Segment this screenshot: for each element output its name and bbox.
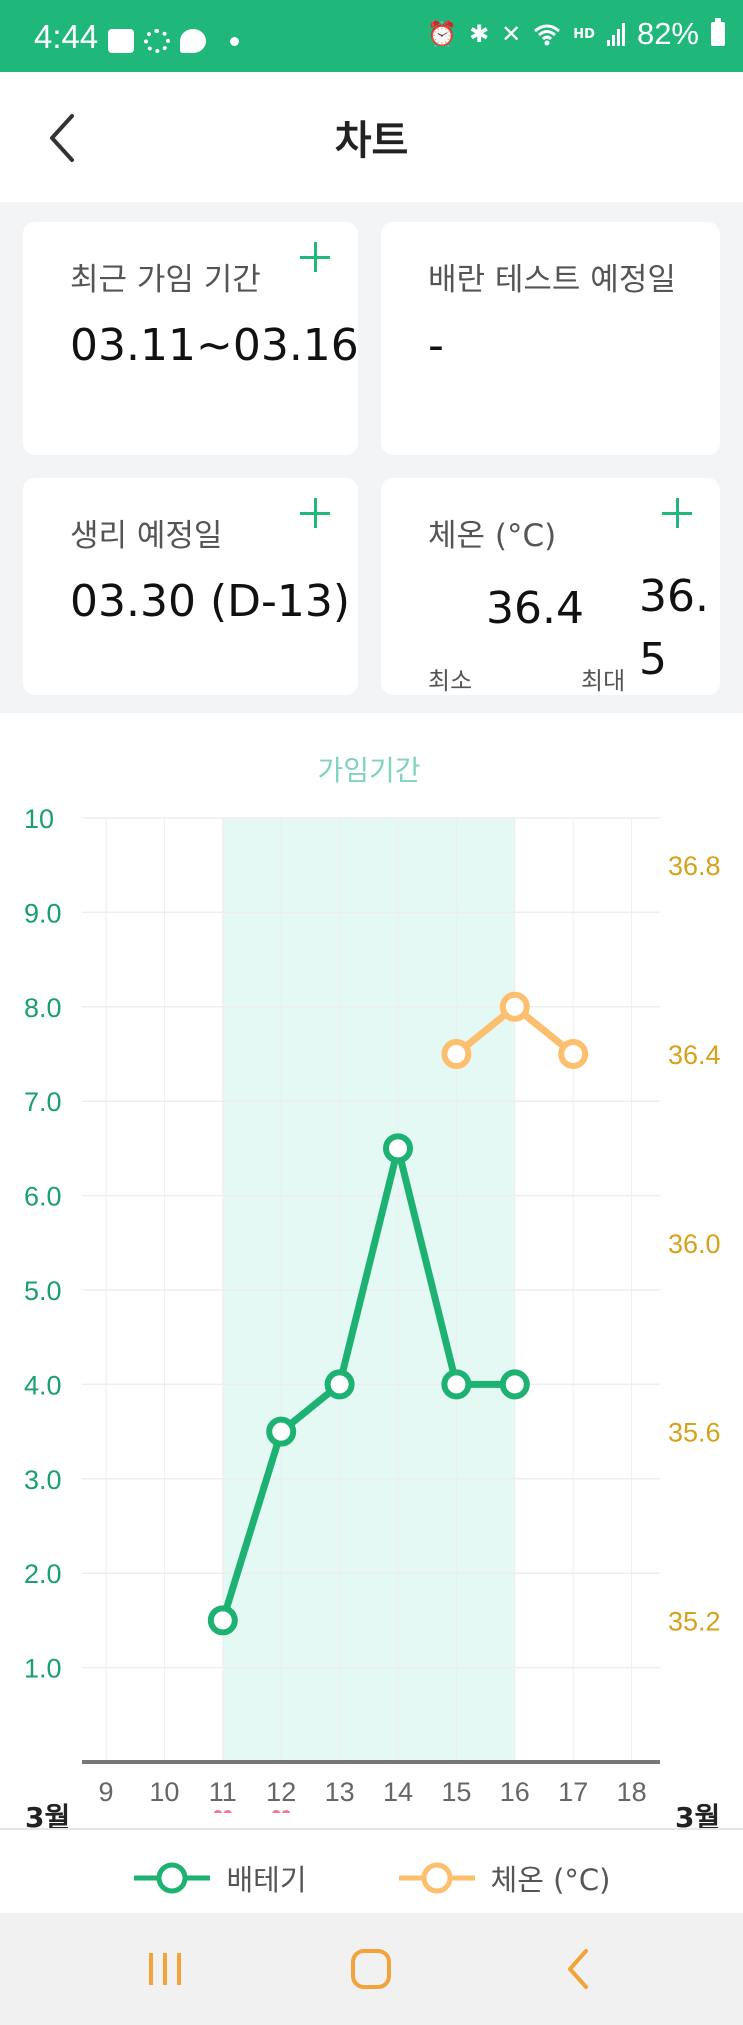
- legend-divider: [0, 1828, 743, 1830]
- month-label-right: 3월: [675, 1801, 721, 1834]
- x-tick-label: 13: [325, 1777, 355, 1807]
- temp-data-point: [499, 991, 530, 1022]
- temp-data-point: [441, 1039, 472, 1069]
- heart-icon: [272, 1810, 291, 1813]
- status-time: 4:44: [34, 18, 99, 55]
- mute-icon: ✕: [501, 20, 522, 48]
- legend-temp-icon: [398, 1862, 475, 1893]
- x-tick-label: 11: [209, 1777, 237, 1807]
- ovulation-test-label: 배란 테스트 예정일: [428, 262, 676, 298]
- line-chart: 10 9.0 8.0 7.0 6.0 5.0 4.0 3.0 2.0 1.0 36.8 36.4 36.…: [24, 754, 721, 1813]
- sync-icon: [144, 29, 170, 53]
- y-right-tick-label: 36.8: [668, 851, 721, 881]
- x-tick-label: 18: [617, 1777, 647, 1807]
- temperature-min-value: 36.4: [486, 583, 584, 634]
- lh-data-point: [207, 1605, 238, 1636]
- period-due-label: 생리 예정일: [70, 518, 223, 554]
- recents-button[interactable]: [135, 1943, 195, 1995]
- talk-icon: [180, 29, 206, 53]
- x-tick-label: 14: [383, 1777, 413, 1807]
- period-due-card[interactable]: 생리 예정일 03.30 (D-13): [23, 478, 358, 695]
- chart-panel: 10 9.0 8.0 7.0 6.0 5.0 4.0 3.0 2.0 1.0 36.8 36.4 36.…: [0, 713, 743, 1913]
- x-tick-label: 12: [266, 1777, 296, 1807]
- y-left-tick-label: 4.0: [24, 1370, 62, 1400]
- x-tick-label: 10: [149, 1777, 179, 1807]
- period-due-value: 03.30 (D-13): [70, 576, 351, 627]
- ovulation-test-card[interactable]: 배란 테스트 예정일 -: [381, 222, 720, 455]
- lh-data-point: [499, 1369, 530, 1400]
- temperature-max-label: 최대: [581, 667, 626, 695]
- add-fertile-icon[interactable]: [298, 240, 332, 274]
- add-temperature-icon[interactable]: [660, 496, 694, 530]
- back-arrow-icon: [568, 1949, 588, 1989]
- y-left-tick-label: 8.0: [24, 993, 62, 1023]
- temperature-card[interactable]: 체온 (°C) 36.4 36.5 최소 최대: [381, 478, 720, 695]
- y-left-tick-label: 3.0: [24, 1465, 62, 1495]
- temperature-label: 체온 (°C): [428, 518, 557, 554]
- add-period-icon[interactable]: [298, 496, 332, 530]
- bluetooth-icon: ✱: [469, 20, 490, 48]
- x-tick-label: 9: [98, 1777, 113, 1807]
- home-icon: [108, 29, 134, 53]
- y-left-tick-label: 2.0: [24, 1559, 62, 1589]
- temp-data-point: [558, 1039, 589, 1069]
- dot-icon: [230, 36, 239, 46]
- month-label-left: 3월: [25, 1801, 71, 1834]
- y-right-tick-label: 36.0: [668, 1229, 721, 1259]
- page-title: 차트: [334, 118, 409, 164]
- wifi-icon: [534, 24, 561, 46]
- x-tick-label: 17: [558, 1777, 588, 1807]
- y-right-tick-label: 35.6: [668, 1418, 721, 1448]
- temperature-min-label: 최소: [428, 667, 473, 695]
- fertile-period-card[interactable]: 최근 가임 기간 03.11~03.16: [23, 222, 359, 455]
- y-left-tick-label: 5.0: [24, 1276, 62, 1306]
- legend-lh-label: 배테기: [226, 1862, 307, 1897]
- lh-data-point: [441, 1369, 472, 1400]
- lh-data-point: [324, 1369, 355, 1400]
- y-left-tick-label: 10: [24, 804, 54, 834]
- legend-item-temp: 체온 (°C): [397, 1857, 611, 1899]
- x-tick-label: 15: [441, 1777, 471, 1807]
- signal-icon: [606, 22, 625, 46]
- alarm-icon: ⏰: [427, 20, 458, 48]
- lh-data-point: [383, 1133, 413, 1164]
- y-left-tick-label: 9.0: [24, 898, 62, 928]
- y-right-tick-label: 36.4: [668, 1040, 721, 1070]
- fertile-period-label: 최근 가임 기간: [70, 262, 261, 298]
- y-left-tick-label: 6.0: [24, 1182, 62, 1212]
- home-button[interactable]: [341, 1943, 401, 1995]
- status-bar: 4:44 ⏰ ✱ ✕ HD 82%: [0, 0, 743, 72]
- lh-data-point: [266, 1416, 297, 1447]
- chart-legend: 배테기 체온 (°C): [0, 1840, 743, 1915]
- x-tick-label: 16: [500, 1777, 530, 1807]
- temperature-max-value: 36.5: [639, 571, 709, 685]
- legend-temp-label: 체온 (°C): [490, 1862, 611, 1897]
- app-header: 차트: [0, 72, 743, 202]
- back-nav-button[interactable]: [550, 1943, 610, 1995]
- ovulation-test-value: -: [428, 320, 444, 371]
- battery-icon: [711, 18, 725, 46]
- system-nav-bar: [0, 1913, 743, 2025]
- legend-lh-icon: [134, 1862, 211, 1893]
- home-button-icon: [351, 1949, 391, 1989]
- y-left-tick-label: 7.0: [24, 1087, 62, 1117]
- hd-voice-label: HD: [573, 26, 595, 42]
- chart-title: 가임기간: [317, 754, 420, 787]
- legend-item-lh: 배테기: [132, 1857, 307, 1899]
- battery-percent: 82%: [636, 16, 699, 51]
- y-right-tick-label: 35.2: [668, 1606, 721, 1636]
- y-left-tick-label: 1.0: [24, 1654, 62, 1684]
- heart-icon: [213, 1810, 232, 1813]
- fertile-period-value: 03.11~03.16: [70, 320, 359, 371]
- recents-icon: [149, 1953, 181, 1985]
